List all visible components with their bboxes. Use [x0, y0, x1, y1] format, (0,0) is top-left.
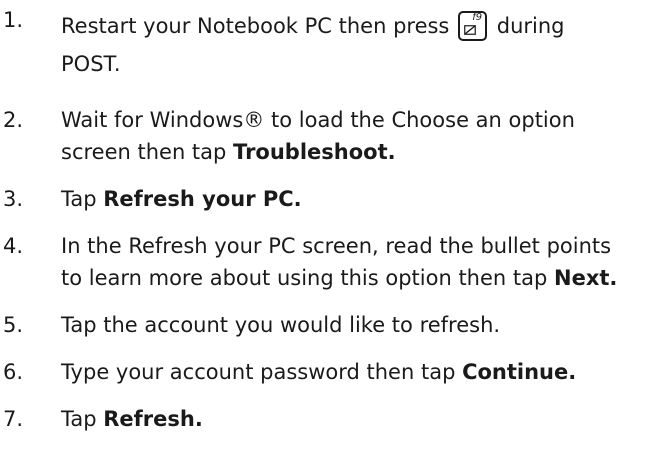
step-6-plain-text: Type your account password then tap [61, 360, 463, 384]
f9-key-icon: f9 [458, 11, 488, 41]
step-7-plain-text: Tap [61, 407, 104, 431]
f9-key-label: f9 [472, 12, 483, 23]
step-number: 4. [3, 234, 24, 258]
step-3-line: Tap Refresh your PC. [61, 183, 669, 215]
step-2-bold-text: Troubleshoot. [233, 140, 396, 164]
step-number: 2. [3, 108, 24, 132]
steps-list: 1. Restart your Notebook PC then press f… [0, 0, 672, 453]
step-number: 7. [3, 407, 24, 431]
step-2-plain-text: screen then tap [61, 140, 234, 164]
step-2-line-1: Wait for Windows® to load the Choose an … [61, 108, 575, 132]
step-1-text-part-1: Restart your Notebook PC then press [61, 14, 450, 38]
step-5-text: Tap the account you would like to refres… [61, 313, 501, 337]
step-6-line: Type your account password then tap Cont… [61, 356, 669, 388]
step-number: 5. [3, 313, 24, 337]
step-4-line-2: to learn more about using this option th… [61, 262, 669, 294]
step-4-line-1: In the Refresh your PC screen, read the … [61, 234, 612, 258]
step-number: 1. [3, 8, 24, 32]
step-1-line-1: Restart your Notebook PC then press f9 d… [61, 4, 669, 48]
step-6-bold-text: Continue. [462, 360, 577, 384]
step-4-plain-text: to learn more about using this option th… [61, 266, 554, 290]
step-3-bold-text: Refresh your PC. [103, 187, 302, 211]
step-3-plain-text: Tap [61, 187, 104, 211]
step-7-line: Tap Refresh. [61, 403, 669, 435]
step-number: 3. [3, 187, 24, 211]
touchpad-disable-icon [464, 25, 476, 35]
step-2-line-2: screen then tap Troubleshoot. [61, 136, 669, 168]
step-7-bold-text: Refresh. [103, 407, 203, 431]
step-1-line-2: POST. [61, 52, 121, 76]
step-4-bold-text: Next. [554, 266, 618, 290]
step-number: 6. [3, 360, 24, 384]
step-1-text-part-2: during [496, 14, 565, 38]
